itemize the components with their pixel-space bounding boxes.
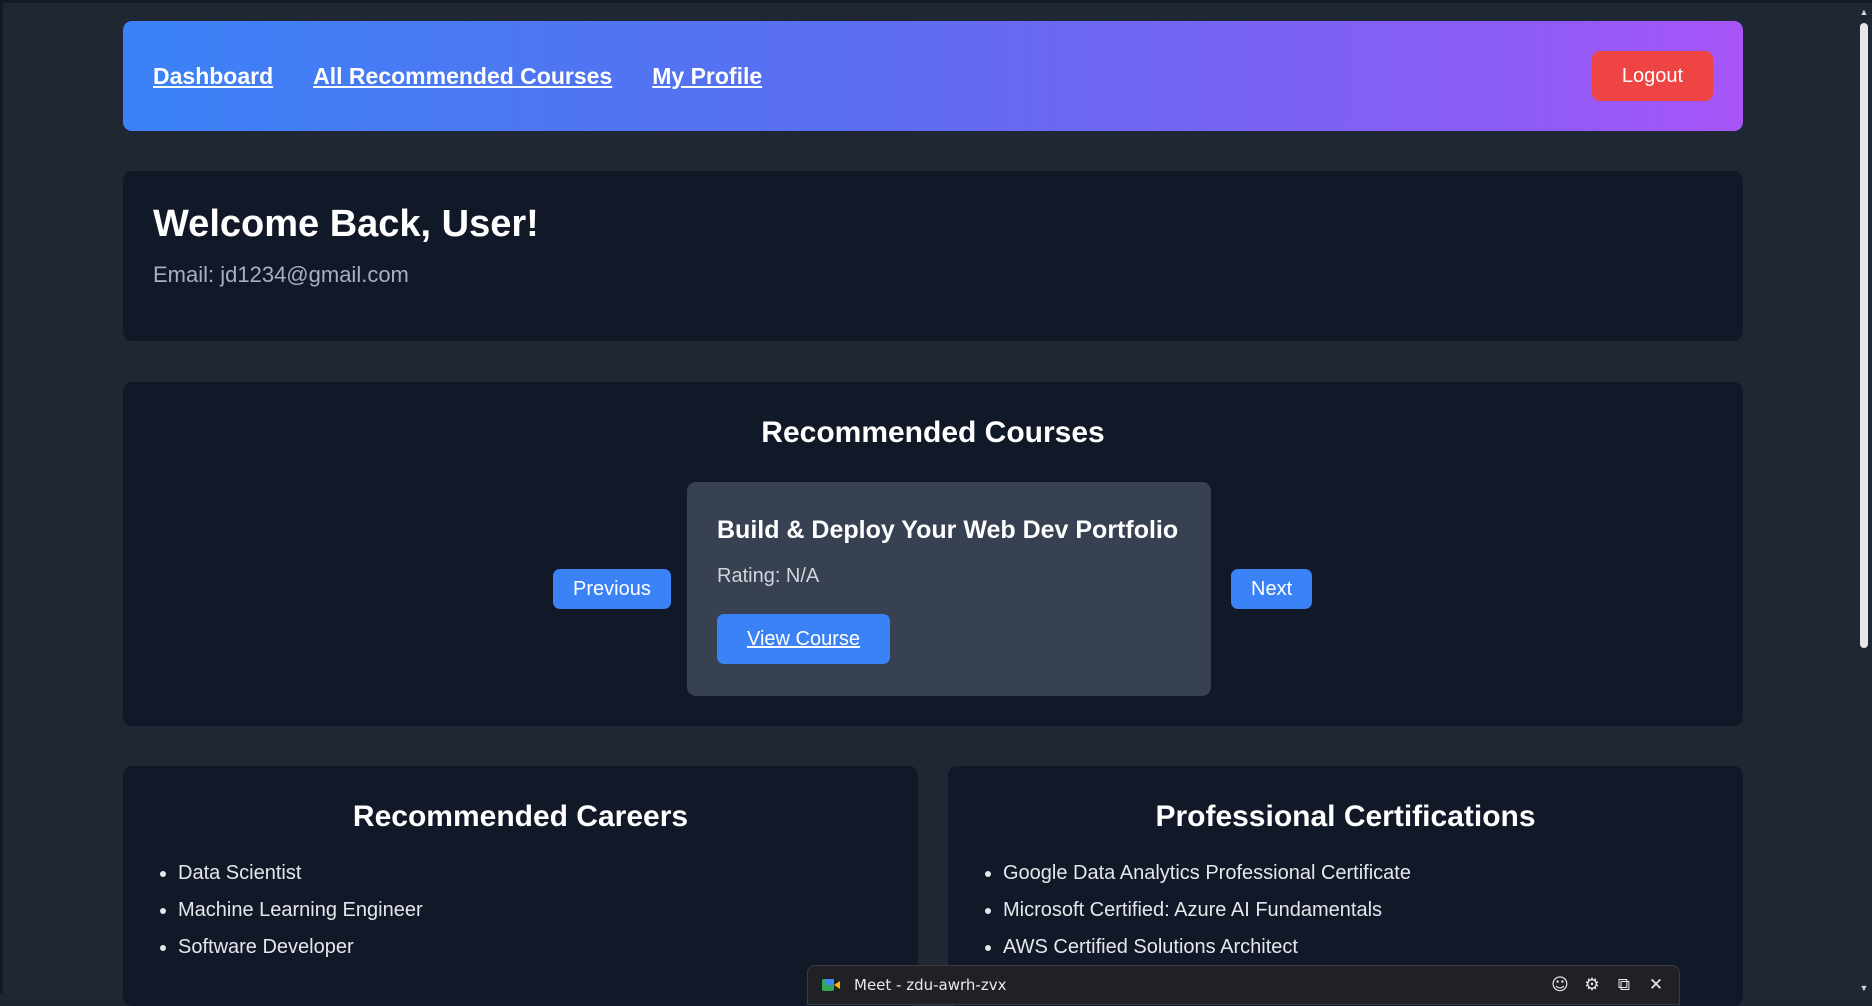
professional-certifications-title: Professional Certifications bbox=[1155, 800, 1536, 833]
page-scrollbar[interactable]: ▲ ▼ bbox=[1856, 3, 1872, 997]
welcome-title: Welcome Back, User! bbox=[153, 203, 539, 245]
recommended-courses-section: Recommended Courses Previous Build & Dep… bbox=[123, 382, 1743, 726]
meet-title: Meet - zdu-awrh-zvx bbox=[854, 976, 1007, 994]
list-item: Microsoft Certified: Azure AI Fundamenta… bbox=[1003, 899, 1713, 922]
recommended-courses-title: Recommended Courses bbox=[761, 416, 1105, 449]
recommended-careers-card: Recommended Careers Data Scientist Machi… bbox=[123, 766, 918, 1006]
close-icon[interactable]: ✕ bbox=[1647, 975, 1665, 995]
next-button[interactable]: Next bbox=[1231, 569, 1313, 609]
scroll-down-icon[interactable]: ▼ bbox=[1859, 983, 1869, 993]
course-title: Build & Deploy Your Web Dev Portfolio bbox=[717, 516, 1179, 544]
list-item: AWS Certified Solutions Architect bbox=[1003, 936, 1713, 959]
careers-list: Data Scientist Machine Learning Engineer… bbox=[153, 862, 888, 959]
user-email: Email: jd1234@gmail.com bbox=[153, 262, 409, 287]
google-meet-icon bbox=[822, 977, 842, 993]
top-navbar: Dashboard All Recommended Courses My Pro… bbox=[123, 21, 1743, 131]
nav-link-dashboard[interactable]: Dashboard bbox=[153, 63, 273, 90]
recommended-careers-title: Recommended Careers bbox=[352, 800, 689, 833]
meet-controls: ☺ ⚙ ⧉ ✕ bbox=[1551, 975, 1665, 995]
certifications-list: Google Data Analytics Professional Certi… bbox=[978, 862, 1713, 959]
list-item: Google Data Analytics Professional Certi… bbox=[1003, 862, 1713, 885]
scroll-up-icon[interactable]: ▲ bbox=[1859, 7, 1869, 17]
list-item: Software Developer bbox=[178, 936, 888, 959]
course-card: Build & Deploy Your Web Dev Portfolio Ra… bbox=[687, 482, 1211, 696]
course-rating: Rating: N/A bbox=[717, 565, 820, 587]
nav-link-all-recommended-courses[interactable]: All Recommended Courses bbox=[313, 63, 612, 90]
list-item: Data Scientist bbox=[178, 862, 888, 885]
browser-viewport: Dashboard All Recommended Courses My Pro… bbox=[0, 0, 1872, 1006]
nav-link-my-profile[interactable]: My Profile bbox=[652, 63, 762, 90]
scrollbar-thumb[interactable] bbox=[1860, 23, 1868, 648]
meet-floating-bar: Meet - zdu-awrh-zvx ☺ ⚙ ⧉ ✕ bbox=[807, 965, 1680, 1005]
view-course-button[interactable]: View Course bbox=[717, 614, 891, 664]
list-item: Machine Learning Engineer bbox=[178, 899, 888, 922]
logout-button[interactable]: Logout bbox=[1591, 51, 1713, 101]
emoji-icon[interactable]: ☺ bbox=[1551, 975, 1569, 995]
gear-icon[interactable]: ⚙ bbox=[1583, 975, 1601, 995]
open-external-icon[interactable]: ⧉ bbox=[1615, 975, 1633, 995]
previous-button[interactable]: Previous bbox=[553, 569, 671, 609]
welcome-card: Welcome Back, User! Email: jd1234@gmail.… bbox=[123, 171, 1743, 341]
